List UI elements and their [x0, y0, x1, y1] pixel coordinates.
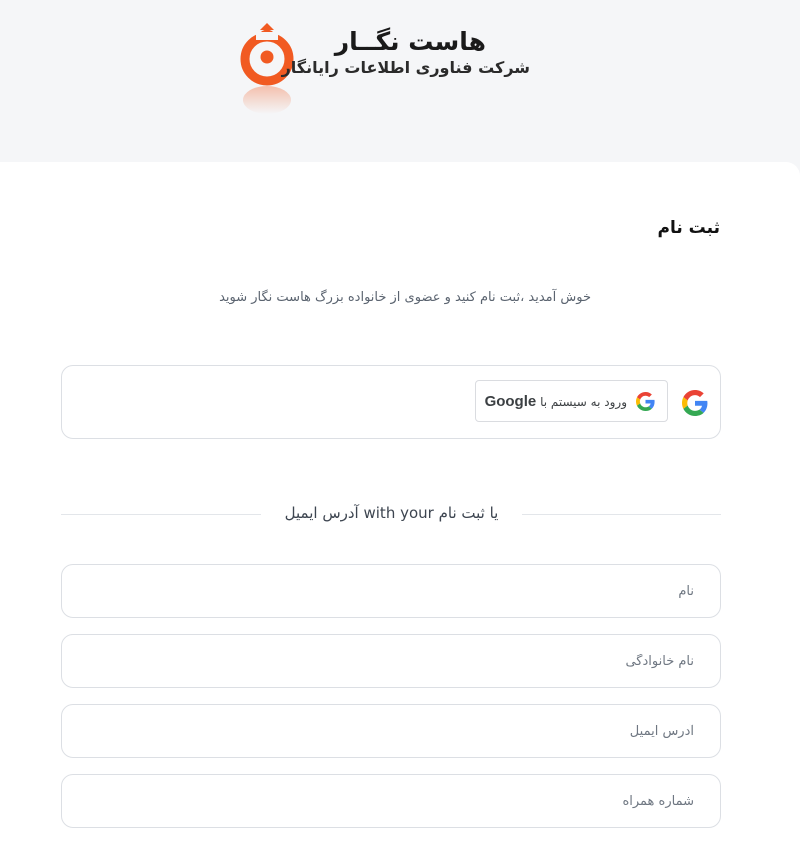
- google-button-label: ورود به سیستم با Google: [485, 393, 627, 410]
- brand-tagline: شرکت فناوری اطلاعات رایانگار: [281, 58, 530, 77]
- email-field[interactable]: [62, 705, 720, 757]
- phone-field[interactable]: [62, 775, 720, 827]
- first-name-field[interactable]: [62, 565, 720, 617]
- divider-text: یا ثبت نام with your آدرس ایمیل: [284, 504, 499, 522]
- google-signin-button[interactable]: ورود به سیستم با Google: [475, 380, 668, 422]
- phone-field-wrapper: [61, 774, 721, 828]
- last-name-field-wrapper: [61, 634, 721, 688]
- brand-name: هاست نگــار: [334, 27, 486, 56]
- last-name-field[interactable]: [62, 635, 720, 687]
- signup-card: ثبت نام خوش آمدید ،ثبت نام کنید و عضوی ا…: [0, 162, 800, 856]
- divider-line-left: [61, 514, 261, 515]
- google-button-brand: Google: [484, 393, 537, 410]
- page-header: هاست نگــار شرکت فناوری اطلاعات رایانگار: [0, 0, 800, 162]
- first-name-field-wrapper: [61, 564, 721, 618]
- google-icon: [636, 392, 655, 411]
- email-field-wrapper: [61, 704, 721, 758]
- welcome-text: خوش آمدید ،ثبت نام کنید و عضوی از خانواد…: [219, 290, 591, 305]
- page-title: ثبت نام: [657, 218, 720, 238]
- divider-line-right: [522, 514, 721, 515]
- google-signin-container: ورود به سیستم با Google: [61, 365, 721, 439]
- brand[interactable]: هاست نگــار شرکت فناوری اطلاعات رایانگار: [236, 22, 536, 122]
- google-icon: [682, 390, 708, 416]
- google-button-prefix: ورود به سیستم با: [540, 395, 627, 409]
